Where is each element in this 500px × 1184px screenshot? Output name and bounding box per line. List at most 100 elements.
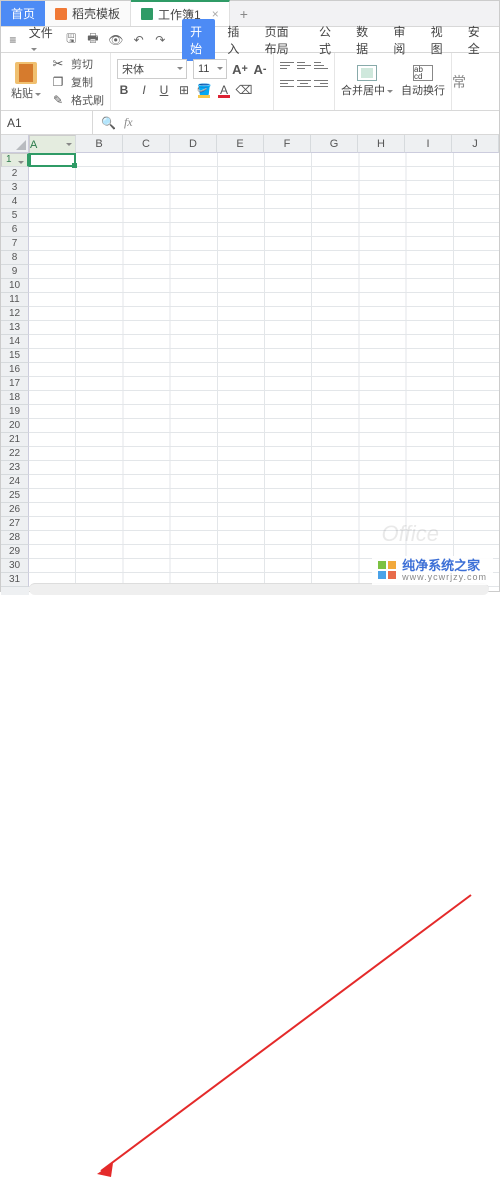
- annotation-line: [1, 595, 500, 1184]
- paste-label: 粘贴: [11, 85, 41, 101]
- row-header-18[interactable]: 18: [1, 391, 29, 405]
- row-header-10[interactable]: 10: [1, 279, 29, 293]
- col-header-F[interactable]: F: [264, 135, 311, 153]
- decrease-font-icon[interactable]: A-: [253, 62, 267, 76]
- format-painter-label: 格式刷: [71, 92, 104, 108]
- cut-button[interactable]: 剪切: [51, 56, 104, 72]
- row-header-26[interactable]: 26: [1, 503, 29, 517]
- file-menu[interactable]: 文件: [29, 24, 56, 55]
- wrap-text-button[interactable]: abcd 自动换行: [401, 65, 445, 98]
- font-select[interactable]: 宋体: [117, 59, 187, 79]
- border-button[interactable]: ⊞: [177, 83, 191, 97]
- row-header-30[interactable]: 30: [1, 559, 29, 573]
- row-headers[interactable]: 1234567891011121314151617181920212223242…: [1, 153, 29, 595]
- align-left-button[interactable]: [280, 77, 294, 89]
- row-header-15[interactable]: 15: [1, 349, 29, 363]
- align-top-button[interactable]: [280, 59, 294, 71]
- italic-button[interactable]: I: [137, 83, 151, 97]
- font-color-button[interactable]: A: [217, 83, 231, 97]
- watermark-logo-icon: [378, 561, 396, 579]
- row-header-4[interactable]: 4: [1, 195, 29, 209]
- preview-icon[interactable]: 👁: [109, 33, 123, 47]
- font-size: 11: [198, 63, 209, 75]
- redo-icon[interactable]: ↷: [154, 33, 166, 47]
- spreadsheet-icon: [141, 8, 153, 20]
- row-header-24[interactable]: 24: [1, 475, 29, 489]
- col-header-G[interactable]: G: [311, 135, 358, 153]
- row-header-19[interactable]: 19: [1, 405, 29, 419]
- align-bottom-button[interactable]: [314, 59, 328, 71]
- row-header-23[interactable]: 23: [1, 461, 29, 475]
- undo-icon[interactable]: ↶: [133, 33, 145, 47]
- save-icon[interactable]: 🖫: [65, 33, 77, 47]
- clear-format-button[interactable]: ⌫: [237, 83, 251, 97]
- file-menu-label: 文件: [29, 26, 53, 40]
- row-header-2[interactable]: 2: [1, 167, 29, 181]
- search-icon[interactable]: 🔍: [101, 116, 116, 130]
- scissors-icon: [51, 57, 65, 71]
- paste-icon: [15, 62, 37, 84]
- fill-color-button[interactable]: 🪣: [197, 83, 211, 97]
- row-header-22[interactable]: 22: [1, 447, 29, 461]
- col-header-J[interactable]: J: [452, 135, 499, 153]
- row-header-31[interactable]: 31: [1, 573, 29, 587]
- row-header-3[interactable]: 3: [1, 181, 29, 195]
- format-painter-button[interactable]: 格式刷: [51, 92, 104, 108]
- row-header-21[interactable]: 21: [1, 433, 29, 447]
- align-right-button[interactable]: [314, 77, 328, 89]
- row-header-5[interactable]: 5: [1, 209, 29, 223]
- col-header-E[interactable]: E: [217, 135, 264, 153]
- row-header-9[interactable]: 9: [1, 265, 29, 279]
- row-header-1[interactable]: 1: [1, 153, 29, 167]
- font-size-select[interactable]: 11: [193, 59, 227, 79]
- paste-button[interactable]: 粘贴: [7, 60, 45, 103]
- row-header-16[interactable]: 16: [1, 363, 29, 377]
- tab-home-label: 首页: [11, 5, 35, 22]
- tab-template[interactable]: 稻壳模板: [45, 1, 131, 26]
- align-middle-button[interactable]: [297, 59, 311, 71]
- row-header-20[interactable]: 20: [1, 419, 29, 433]
- copy-button[interactable]: 复制: [51, 74, 104, 90]
- name-box[interactable]: A1: [1, 111, 93, 134]
- row-header-13[interactable]: 13: [1, 321, 29, 335]
- tab-template-label: 稻壳模板: [72, 5, 120, 22]
- row-header-8[interactable]: 8: [1, 251, 29, 265]
- select-all-corner[interactable]: [1, 135, 29, 153]
- watermark-title: 纯净系统之家: [402, 559, 487, 573]
- increase-font-icon[interactable]: A+: [233, 62, 247, 76]
- row-header-14[interactable]: 14: [1, 335, 29, 349]
- watermark-url: www.ycwrjzy.com: [402, 573, 487, 582]
- group-merge: 合并居中 abcd 自动换行: [335, 53, 452, 110]
- merge-center-button[interactable]: 合并居中: [341, 65, 393, 98]
- underline-button[interactable]: U: [157, 83, 171, 97]
- column-headers[interactable]: ABCDEFGHIJ: [29, 135, 499, 153]
- active-cell[interactable]: [29, 153, 76, 167]
- fx-icon[interactable]: fx: [124, 115, 133, 130]
- col-header-B[interactable]: B: [76, 135, 123, 153]
- align-center-button[interactable]: [297, 77, 311, 89]
- row-header-7[interactable]: 7: [1, 237, 29, 251]
- row-header-12[interactable]: 12: [1, 307, 29, 321]
- col-header-H[interactable]: H: [358, 135, 405, 153]
- row-header-29[interactable]: 29: [1, 545, 29, 559]
- print-quick-icon[interactable]: 🖶: [87, 33, 99, 47]
- bold-button[interactable]: B: [117, 83, 131, 97]
- col-header-I[interactable]: I: [405, 135, 452, 153]
- col-header-D[interactable]: D: [170, 135, 217, 153]
- row-header-6[interactable]: 6: [1, 223, 29, 237]
- ribbon-overflow[interactable]: 常: [452, 53, 458, 110]
- group-align: [274, 53, 335, 110]
- tab-home[interactable]: 首页: [1, 1, 45, 26]
- row-header-28[interactable]: 28: [1, 531, 29, 545]
- row-header-17[interactable]: 17: [1, 377, 29, 391]
- row-header-25[interactable]: 25: [1, 489, 29, 503]
- copy-icon: [51, 75, 65, 89]
- row-header-27[interactable]: 27: [1, 517, 29, 531]
- brush-icon: [51, 93, 65, 107]
- col-header-C[interactable]: C: [123, 135, 170, 153]
- ribbon-tab-security[interactable]: 安全: [460, 19, 493, 61]
- cell-reference: A1: [7, 116, 22, 130]
- row-header-11[interactable]: 11: [1, 293, 29, 307]
- menu-icon[interactable]: ≡: [7, 33, 19, 47]
- col-header-A[interactable]: A: [29, 135, 76, 155]
